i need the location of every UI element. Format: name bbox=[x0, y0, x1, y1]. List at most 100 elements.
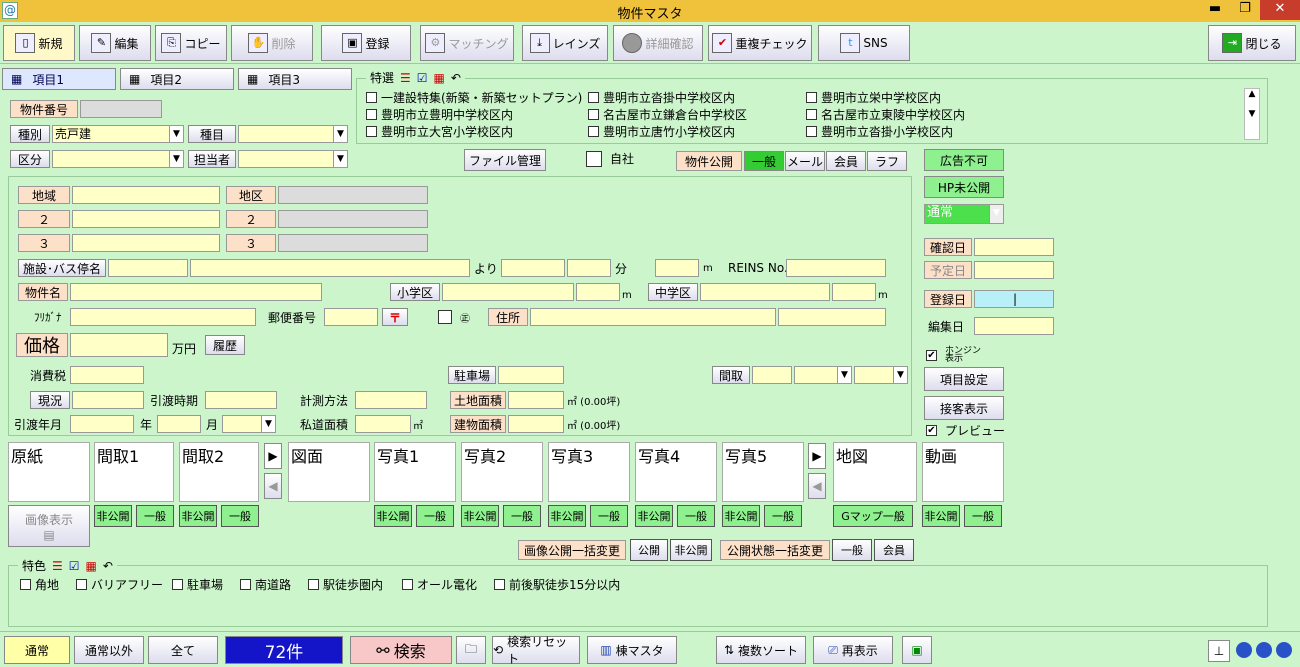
special-scrollbar[interactable]: ▲ ▼ bbox=[1244, 88, 1260, 140]
genkyo-button[interactable]: 現況 bbox=[30, 391, 70, 409]
image-slot[interactable]: 写真1 bbox=[374, 442, 456, 502]
copy-button[interactable]: ⎘ コピー bbox=[155, 25, 227, 61]
special-option[interactable]: 豊明市立栄中学校区内 bbox=[806, 89, 941, 105]
filter-icon[interactable]: ☰ bbox=[52, 559, 63, 573]
undo-icon[interactable]: ↶ bbox=[103, 559, 113, 573]
shubetsu-select[interactable]: 売戸建 ▼ bbox=[52, 125, 184, 143]
kubun-button[interactable]: 区分 bbox=[10, 150, 50, 168]
image-slot[interactable]: 写真4 bbox=[635, 442, 717, 502]
chiku-field[interactable] bbox=[278, 186, 428, 204]
checkbox[interactable] bbox=[20, 578, 31, 590]
check-icon[interactable]: ☑ bbox=[417, 71, 428, 85]
window-toggle-button[interactable]: ▣ bbox=[902, 636, 932, 664]
bulk-member-button[interactable]: 会員 bbox=[874, 539, 914, 561]
pin-button[interactable]: ⊥ bbox=[1208, 640, 1230, 662]
shumoku-select[interactable]: ▼ bbox=[238, 125, 348, 143]
shidou-field[interactable] bbox=[355, 415, 411, 433]
check-icon[interactable]: ☑ bbox=[69, 559, 80, 573]
chugakku-dist-field[interactable] bbox=[832, 283, 876, 301]
chushajo-button[interactable]: 駐車場 bbox=[448, 366, 496, 384]
tantou-button[interactable]: 担当者 bbox=[188, 150, 236, 168]
preview-checkbox[interactable]: ✔ プレビュー bbox=[926, 421, 1005, 439]
search-button[interactable]: ⚯ 検索 bbox=[350, 636, 452, 664]
edit-button[interactable]: ✎ 編集 bbox=[79, 25, 151, 61]
shogakku-field[interactable] bbox=[442, 283, 574, 301]
image-slot[interactable]: 原紙 bbox=[8, 442, 90, 502]
checkbox[interactable] bbox=[366, 108, 377, 120]
checkbox[interactable] bbox=[438, 310, 452, 324]
checkbox[interactable] bbox=[588, 91, 599, 103]
search-reset-button[interactable]: ⟲ 検索リセット bbox=[492, 635, 580, 666]
genkyo-field[interactable] bbox=[72, 391, 144, 409]
checkbox[interactable] bbox=[588, 125, 599, 137]
matching-button[interactable]: ⚙ マッチング bbox=[420, 25, 514, 61]
toroku-field[interactable]: | bbox=[974, 290, 1054, 308]
special-option[interactable]: 名古屋市立鎌倉台中学校区 bbox=[588, 106, 747, 122]
madori-button[interactable]: 間取 bbox=[712, 366, 750, 384]
bulk-private-button[interactable]: 非公開 bbox=[670, 539, 712, 561]
image-slot[interactable]: 間取1 bbox=[94, 442, 174, 502]
pub-ippan-button[interactable]: 一般 bbox=[744, 151, 784, 171]
bukken-name-field[interactable] bbox=[70, 283, 322, 301]
reins-button[interactable]: ⤓ レインズ bbox=[522, 25, 608, 61]
general-button[interactable]: 一般 bbox=[964, 505, 1002, 527]
register-button[interactable]: ▣ 登録 bbox=[321, 25, 411, 61]
special-option[interactable]: 豊明市立沓掛中学校区内 bbox=[588, 89, 735, 105]
year-field[interactable] bbox=[70, 415, 134, 433]
folder-button[interactable]: 🗀 bbox=[456, 636, 486, 664]
chevron-down-icon[interactable]: ▼ bbox=[893, 367, 907, 383]
filter-all-button[interactable]: 全て bbox=[148, 636, 218, 664]
private-button[interactable]: 非公開 bbox=[635, 505, 673, 527]
furigana-field[interactable] bbox=[70, 308, 256, 326]
status-select[interactable]: 通常 ▼ bbox=[924, 204, 1004, 224]
general-button[interactable]: 一般 bbox=[677, 505, 715, 527]
pub-member-button[interactable]: 会員 bbox=[826, 151, 866, 171]
close-window-button[interactable]: ✕ bbox=[1260, 0, 1300, 20]
globe-icon[interactable] bbox=[1276, 642, 1292, 658]
chiiki-field[interactable] bbox=[72, 186, 220, 204]
scroll-left-button-2[interactable]: ◀ bbox=[808, 473, 826, 499]
globe-icon[interactable] bbox=[1236, 642, 1252, 658]
rireki-button[interactable]: 履歴 bbox=[205, 335, 245, 355]
kakunin-field[interactable] bbox=[974, 238, 1054, 256]
minutes-field[interactable] bbox=[567, 259, 611, 277]
shisetsu-code-field[interactable] bbox=[108, 259, 188, 277]
chushajo-field[interactable] bbox=[498, 366, 564, 384]
checkbox[interactable] bbox=[806, 108, 817, 120]
minimize-button[interactable]: ▬ bbox=[1200, 0, 1230, 20]
jusho2-field[interactable] bbox=[778, 308, 886, 326]
scroll-right-button[interactable]: ▶ bbox=[264, 443, 282, 469]
sns-button[interactable]: t SNS bbox=[818, 25, 910, 61]
private-button[interactable]: 非公開 bbox=[374, 505, 412, 527]
grid-icon[interactable]: ▦ bbox=[434, 71, 445, 85]
detail-button[interactable]: ● 詳細確認 bbox=[613, 25, 703, 61]
filter-icon[interactable]: ☰ bbox=[400, 71, 411, 85]
feature-option[interactable]: 南道路 bbox=[240, 576, 291, 592]
private-button[interactable]: 非公開 bbox=[722, 505, 760, 527]
sama-checkbox[interactable]: ㊣ bbox=[438, 308, 470, 326]
pub-mail-button[interactable]: メール bbox=[785, 151, 825, 171]
duplicate-check-button[interactable]: ✔ 重複チェック bbox=[708, 25, 812, 61]
jusho-field[interactable] bbox=[530, 308, 776, 326]
item-settings-button[interactable]: 項目設定 bbox=[924, 367, 1004, 391]
feature-option[interactable]: 前後駅徒歩15分以内 bbox=[494, 576, 620, 592]
chevron-down-icon[interactable]: ▼ bbox=[333, 151, 347, 167]
special-option[interactable]: 名古屋市立東陵中学校区内 bbox=[806, 106, 965, 122]
special-option[interactable]: 一建設特集(新築・新築セットプラン) bbox=[366, 89, 582, 105]
shubetsu-button[interactable]: 種別 bbox=[10, 125, 50, 143]
chiku3-field[interactable] bbox=[278, 234, 428, 252]
image-show-button[interactable]: 画像表示 ▤ bbox=[8, 505, 90, 547]
shisetsu-button[interactable]: 施設･バス停名 bbox=[18, 259, 106, 277]
general-button[interactable]: 一般 bbox=[764, 505, 802, 527]
pub-rough-button[interactable]: ラフ bbox=[867, 151, 907, 171]
ad-ng-button[interactable]: 広告不可 bbox=[924, 149, 1004, 171]
chevron-down-icon[interactable]: ▼ bbox=[837, 367, 851, 383]
maximize-button[interactable]: ❐ bbox=[1230, 0, 1260, 20]
shogakku-button[interactable]: 小学区 bbox=[390, 283, 440, 301]
checkbox[interactable] bbox=[172, 578, 183, 590]
bukken-no-field[interactable] bbox=[80, 100, 162, 118]
kensaku-checkbox[interactable]: ✔ ホンジン 表示 bbox=[926, 346, 981, 364]
checkbox[interactable] bbox=[402, 578, 413, 590]
private-button[interactable]: 非公開 bbox=[94, 505, 132, 527]
chevron-down-icon[interactable]: ▼ bbox=[333, 126, 347, 142]
